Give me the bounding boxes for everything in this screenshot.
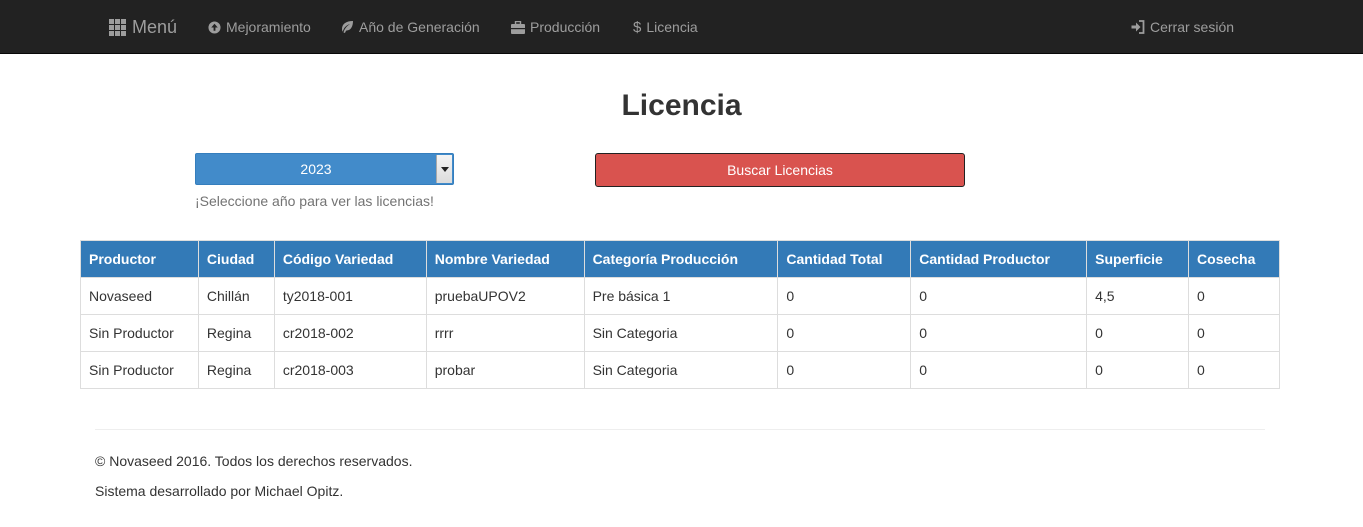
table-cell: Sin Productor	[80, 314, 199, 352]
nav-item-label: Mejoramiento	[226, 19, 311, 35]
nav-item-mejoramiento[interactable]: Mejoramiento	[208, 17, 311, 37]
column-header: Categoría Producción	[583, 240, 779, 278]
table-cell: 0	[1086, 314, 1190, 352]
table-cell: rrrr	[425, 314, 585, 352]
table-cell: probar	[425, 351, 585, 389]
table-cell: 0	[777, 277, 912, 315]
table-cell: Chillán	[197, 277, 275, 315]
table-cell: 0	[1188, 277, 1280, 315]
year-select[interactable]: 2023	[195, 153, 454, 185]
chevron-down-icon[interactable]	[436, 155, 452, 183]
table-row: Novaseed Chillán ty2018-001 pruebaUPOV2 …	[80, 277, 1280, 315]
column-header: Ciudad	[197, 240, 275, 278]
dollar-icon: $	[633, 18, 642, 36]
log-in-icon	[1131, 20, 1145, 34]
column-header: Cantidad Productor	[910, 240, 1088, 278]
table-cell: 4,5	[1086, 277, 1190, 315]
table-cell: cr2018-002	[273, 314, 427, 352]
column-header: Código Variedad	[273, 240, 427, 278]
column-header: Cosecha	[1188, 240, 1280, 278]
top-navbar: Menú Mejoramiento Año de Generación Prod…	[0, 0, 1363, 54]
table-cell: pruebaUPOV2	[425, 277, 585, 315]
nav-item-licencia[interactable]: $ Licencia	[633, 17, 698, 37]
menu-brand-link[interactable]: Menú	[109, 16, 177, 38]
table-cell: Novaseed	[80, 277, 199, 315]
nav-item-label: Producción	[530, 19, 601, 35]
table-cell: Sin Categoria	[583, 351, 779, 389]
logout-link[interactable]: Cerrar sesión	[1131, 17, 1234, 37]
licenses-table: Productor Ciudad Código Variedad Nombre …	[80, 240, 1280, 389]
table-cell: Regina	[197, 351, 275, 389]
column-header: Cantidad Total	[777, 240, 912, 278]
nav-item-ano-generacion[interactable]: Año de Generación	[340, 17, 480, 37]
table-cell: Sin Categoria	[583, 314, 779, 352]
year-hint-text: ¡Seleccione año para ver las licencias!	[195, 193, 434, 209]
year-select-value: 2023	[300, 161, 332, 177]
search-licenses-button[interactable]: Buscar Licencias	[595, 153, 965, 187]
table-row: Sin Productor Regina cr2018-003 probar S…	[80, 351, 1280, 389]
table-header-row: Productor Ciudad Código Variedad Nombre …	[80, 240, 1280, 278]
table-cell: 0	[1086, 351, 1190, 389]
table-cell: Regina	[197, 314, 275, 352]
table-cell: 0	[1188, 314, 1280, 352]
logout-label: Cerrar sesión	[1150, 19, 1235, 35]
footer-credit: Sistema desarrollado por Michael Opitz.	[95, 483, 344, 499]
table-cell: 0	[777, 314, 912, 352]
menu-brand-label: Menú	[132, 16, 178, 37]
nav-item-label: Licencia	[646, 19, 698, 35]
table-cell: 0	[910, 314, 1088, 352]
table-cell: 0	[777, 351, 912, 389]
nav-item-produccion[interactable]: Producción	[511, 17, 600, 37]
table-cell: 0	[1188, 351, 1280, 389]
column-header: Superficie	[1086, 240, 1190, 278]
column-header: Productor	[80, 240, 199, 278]
table-cell: Pre básica 1	[583, 277, 779, 315]
briefcase-icon	[511, 20, 525, 34]
table-cell: Sin Productor	[80, 351, 199, 389]
table-cell: 0	[910, 351, 1088, 389]
arrow-circle-up-icon	[208, 20, 221, 34]
grid-icon	[109, 18, 126, 36]
leaf-icon	[340, 20, 354, 34]
footer-divider	[95, 429, 1265, 430]
footer-copyright: © Novaseed 2016. Todos los derechos rese…	[95, 453, 413, 469]
column-header: Nombre Variedad	[425, 240, 585, 278]
table-row: Sin Productor Regina cr2018-002 rrrr Sin…	[80, 314, 1280, 352]
table-cell: cr2018-003	[273, 351, 427, 389]
table-cell: 0	[910, 277, 1088, 315]
table-cell: ty2018-001	[273, 277, 427, 315]
page-title: Licencia	[621, 89, 742, 122]
nav-item-label: Año de Generación	[359, 19, 480, 35]
